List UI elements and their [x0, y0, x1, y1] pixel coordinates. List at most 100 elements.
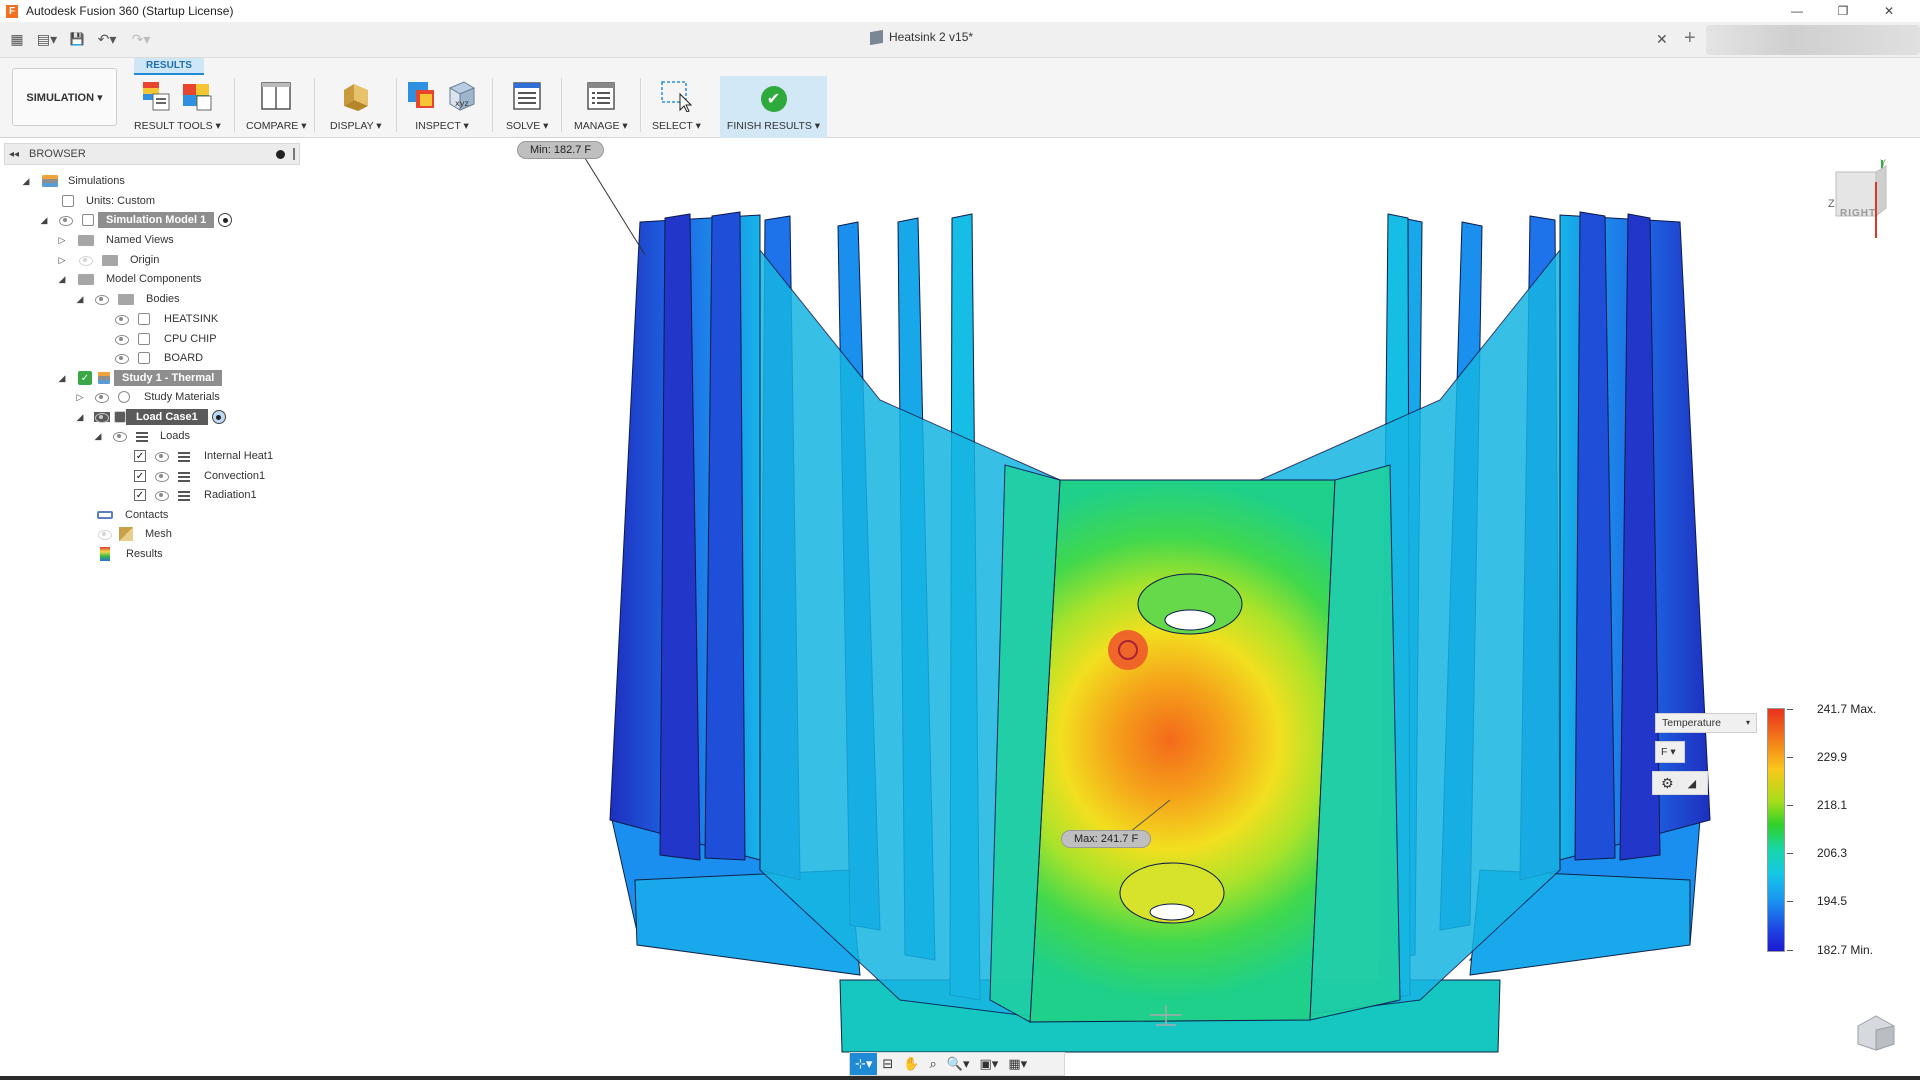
xyz-text: xyz	[455, 99, 469, 108]
workspace-switcher-button[interactable]: SIMULATION ▾	[12, 68, 117, 126]
close-window-button[interactable]: ✕	[1866, 0, 1912, 22]
expanded-triangle-icon[interactable]: ◢	[56, 273, 68, 285]
tree-item-board[interactable]: BOARD	[114, 348, 203, 368]
fit-zoom-icon[interactable]: 🔍▾	[942, 1053, 975, 1075]
tree-item-units[interactable]: Units: Custom	[62, 191, 155, 211]
tree-item-label: Internal Heat1	[204, 450, 274, 462]
tree-item-contacts[interactable]: Contacts	[97, 505, 168, 525]
tree-item-mesh[interactable]: Mesh	[97, 524, 172, 544]
collapse-browser-icon[interactable]: ◂◂	[5, 149, 23, 160]
visibility-eye-icon[interactable]	[94, 294, 110, 305]
tab-results[interactable]: RESULTS	[134, 58, 204, 73]
orbit-tool-icon[interactable]: ⊹▾	[850, 1053, 878, 1075]
collapsed-triangle-icon[interactable]: ▷	[56, 254, 68, 266]
data-panel-icon[interactable]: ▦	[6, 28, 28, 50]
tree-item-convection[interactable]: ✓ Convection1	[134, 466, 265, 486]
load-checkbox[interactable]: ✓	[134, 450, 146, 462]
title-bar: F Autodesk Fusion 360 (Startup License) …	[0, 0, 1920, 22]
new-tab-icon[interactable]: +	[1684, 27, 1696, 50]
legend-tick	[1787, 901, 1793, 902]
finish-results-group[interactable]: ✔ FINISH RESULTS ▾	[720, 76, 827, 138]
file-menu-icon[interactable]: ▤▾	[32, 28, 62, 50]
load-checkbox[interactable]: ✓	[134, 470, 146, 482]
visibility-eye-icon[interactable]	[58, 215, 74, 226]
folder-icon	[102, 254, 118, 266]
expanded-triangle-icon[interactable]: ◢	[74, 411, 86, 423]
tree-item-study-thermal[interactable]: ◢ ✓ Study 1 - Thermal	[56, 368, 223, 388]
compare-group[interactable]: COMPARE ▾	[246, 78, 307, 136]
expanded-triangle-icon[interactable]: ◢	[38, 214, 50, 226]
collapsed-triangle-icon[interactable]: ▷	[56, 234, 68, 246]
tree-item-named-views[interactable]: ▷ Named Views	[56, 230, 174, 250]
zoom-icon[interactable]: ⌕	[925, 1053, 942, 1075]
save-icon[interactable]: 💾	[66, 28, 88, 50]
browser-pin-icon[interactable]	[293, 148, 295, 160]
tree-item-label: Loads	[160, 430, 190, 442]
result-tools-group[interactable]: RESULT TOOLS ▾	[134, 78, 221, 136]
legend-label: 206.3	[1817, 846, 1848, 860]
display-settings-icon[interactable]: ▣▾	[975, 1053, 1004, 1075]
min-probe-label[interactable]: Min: 182.7 F	[517, 141, 605, 159]
result-type-select[interactable]: Temperature ▾	[1655, 713, 1757, 733]
tree-item-heatsink[interactable]: HEATSINK	[114, 309, 218, 329]
tree-item-internal-heat[interactable]: ✓ Internal Heat1	[134, 446, 273, 466]
solve-group[interactable]: SOLVE ▾	[506, 78, 548, 136]
look-at-icon[interactable]: ⊟	[877, 1053, 898, 1075]
visibility-eye-icon[interactable]	[114, 353, 130, 364]
heatsink-thermal-model[interactable]	[305, 140, 1920, 1080]
activate-radio-icon[interactable]	[211, 410, 226, 424]
visibility-eye-icon[interactable]	[154, 471, 170, 482]
tree-item-cpu-chip[interactable]: CPU CHIP	[114, 329, 217, 349]
legend-expand-icon[interactable]: ◢	[1688, 777, 1696, 790]
legend-settings-icon[interactable]: ⚙	[1661, 775, 1674, 792]
expanded-triangle-icon[interactable]: ◢	[92, 430, 104, 442]
tree-item-radiation[interactable]: ✓ Radiation1	[134, 485, 257, 505]
result-surface-icon	[183, 84, 212, 111]
visibility-eye-icon[interactable]	[154, 451, 170, 462]
document-tab[interactable]: Heatsink 2 v15*	[870, 29, 973, 45]
visibility-eye-icon[interactable]	[78, 255, 94, 266]
browser-options-icon[interactable]	[276, 149, 285, 159]
unit-select[interactable]: F ▾	[1655, 741, 1685, 763]
expanded-triangle-icon[interactable]: ◢	[74, 293, 86, 305]
redo-icon[interactable]: ↷▾	[126, 28, 156, 50]
visibility-eye-icon[interactable]	[112, 431, 128, 442]
load-checkbox[interactable]: ✓	[134, 489, 146, 501]
view-cube[interactable]: Z Y RIGHT	[1824, 158, 1896, 238]
grid-settings-icon[interactable]: ▦▾	[1003, 1053, 1032, 1075]
undo-icon[interactable]: ↶▾	[92, 28, 122, 50]
visibility-eye-icon[interactable]	[154, 490, 170, 501]
display-group[interactable]: DISPLAY ▾	[330, 78, 382, 136]
tree-item-results[interactable]: Results	[100, 544, 163, 564]
expanded-triangle-icon[interactable]: ◢	[56, 372, 68, 384]
tree-item-loads[interactable]: ◢ Loads	[92, 426, 190, 446]
maximize-button[interactable]: ❐	[1820, 0, 1866, 22]
browser-panel: ◂◂ BROWSER ◢ Simulations Units: Custom ◢…	[0, 140, 305, 660]
visibility-eye-icon[interactable]	[114, 314, 130, 325]
visibility-eye-icon[interactable]	[94, 412, 110, 423]
select-group[interactable]: SELECT ▾	[652, 78, 701, 136]
view-cube-face[interactable]: RIGHT	[1840, 208, 1876, 219]
max-probe-label[interactable]: Max: 241.7 F	[1061, 830, 1152, 848]
pan-hand-icon[interactable]: ✋	[898, 1053, 924, 1075]
visibility-eye-icon[interactable]	[97, 529, 113, 540]
canvas-viewport[interactable]: Min: 182.7 F Max: 241.7 F	[305, 140, 1920, 1080]
collapsed-triangle-icon[interactable]: ▷	[74, 391, 86, 403]
tree-item-study-materials[interactable]: ▷ Study Materials	[74, 387, 220, 407]
tree-item-simulations[interactable]: ◢ Simulations	[20, 171, 125, 191]
navigation-gizmo-icon[interactable]	[1854, 1012, 1898, 1052]
tree-item-origin[interactable]: ▷ Origin	[56, 250, 159, 270]
minimize-button[interactable]: —	[1774, 0, 1820, 22]
visibility-eye-icon[interactable]	[114, 334, 130, 345]
tree-item-load-case[interactable]: ◢ Load Case1	[74, 407, 226, 427]
tree-item-bodies[interactable]: ◢ Bodies	[74, 289, 180, 309]
compare-label: COMPARE ▾	[246, 120, 307, 132]
inspect-group[interactable]: xyz INSPECT ▾	[406, 78, 478, 136]
tree-item-simulation-model[interactable]: ◢ Simulation Model 1	[38, 210, 233, 230]
tree-item-model-components[interactable]: ◢ Model Components	[56, 269, 202, 289]
expanded-triangle-icon[interactable]: ◢	[20, 175, 32, 187]
visibility-eye-icon[interactable]	[94, 392, 110, 403]
manage-group[interactable]: MANAGE ▾	[574, 78, 628, 136]
close-document-tab-icon[interactable]: ✕	[1656, 31, 1668, 48]
activate-radio-icon[interactable]	[218, 213, 233, 227]
